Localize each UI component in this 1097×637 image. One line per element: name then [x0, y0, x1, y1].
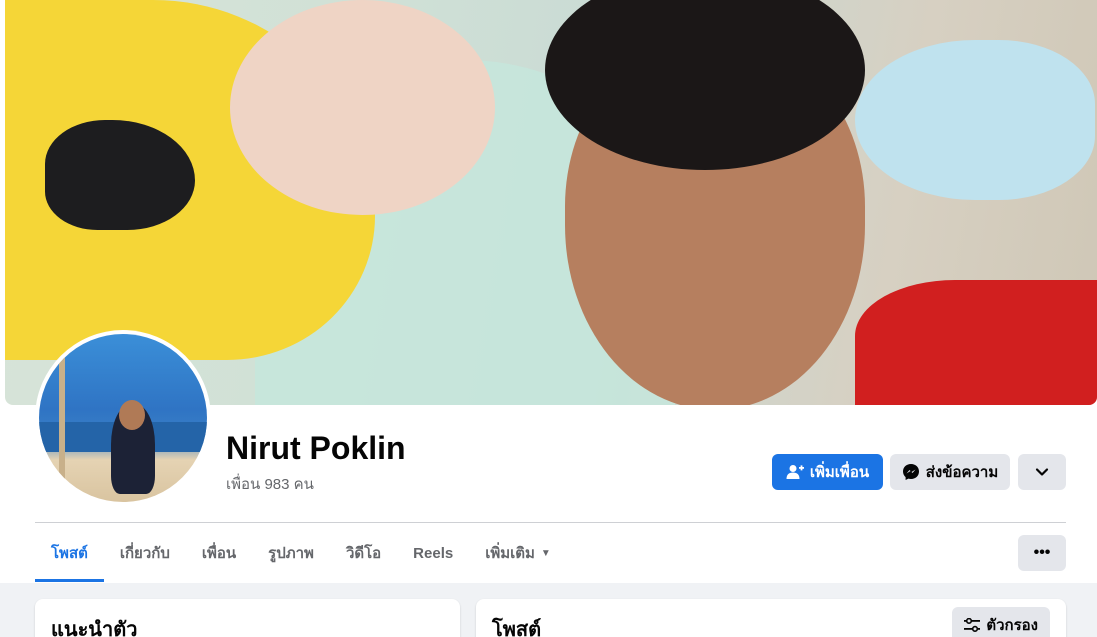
- tab-label: เกี่ยวกับ: [119, 545, 170, 562]
- messenger-icon: [902, 463, 920, 481]
- tab-reels[interactable]: Reels: [397, 524, 469, 582]
- profile-more-button[interactable]: [1018, 454, 1066, 490]
- avatar-image: [39, 334, 207, 502]
- tab-label: Reels: [413, 544, 454, 562]
- profile-name: Nirut Poklin: [226, 430, 406, 466]
- tab-posts[interactable]: โพสต์: [35, 524, 104, 582]
- tab-friends[interactable]: เพื่อน: [186, 524, 252, 582]
- tab-videos[interactable]: วิดีโอ: [330, 524, 397, 582]
- posts-title: โพสต์: [492, 619, 542, 637]
- tab-more[interactable]: เพิ่มเติม ▼: [469, 524, 567, 582]
- chevron-down-icon: [1035, 464, 1049, 481]
- posts-card: โพสต์ ตัวกรอง: [476, 599, 1066, 637]
- avatar-pole: [59, 354, 65, 494]
- message-button[interactable]: ส่งข้อความ: [890, 454, 1010, 490]
- tab-label: โพสต์: [51, 545, 88, 562]
- intro-card: แนะนำตัว: [35, 599, 460, 637]
- tab-label: เพิ่มเติม: [485, 545, 535, 562]
- add-person-icon: [786, 464, 804, 480]
- tab-label: รูปภาพ: [268, 545, 314, 562]
- add-friend-button[interactable]: เพิ่มเพื่อน: [772, 454, 883, 490]
- filter-label: ตัวกรอง: [986, 617, 1038, 634]
- cover-pillow: [855, 40, 1095, 200]
- header-divider: [35, 522, 1066, 523]
- tabs-menu-button[interactable]: •••: [1018, 535, 1066, 571]
- friends-count-link[interactable]: เพื่อน 983 คน: [226, 472, 314, 496]
- avatar-person-head: [119, 400, 145, 430]
- tab-label: เพื่อน: [201, 545, 237, 562]
- message-label: ส่งข้อความ: [925, 464, 999, 481]
- more-horizontal-icon: •••: [1033, 544, 1051, 561]
- sliders-icon: [964, 618, 981, 632]
- caret-down-icon: ▼: [540, 547, 551, 559]
- profile-avatar[interactable]: [35, 330, 211, 506]
- cover-red-shirt: [855, 280, 1097, 405]
- profile-tabs: โพสต์ เกี่ยวกับ เพื่อน รูปภาพ วิดีโอ Ree…: [35, 524, 567, 582]
- intro-title: แนะนำตัว: [51, 619, 138, 637]
- tab-photos[interactable]: รูปภาพ: [252, 524, 330, 582]
- tab-label: วิดีโอ: [345, 545, 382, 562]
- filter-button[interactable]: ตัวกรอง: [952, 607, 1050, 637]
- cover-baby-head: [230, 0, 495, 215]
- tab-about[interactable]: เกี่ยวกับ: [104, 524, 186, 582]
- add-friend-label: เพิ่มเพื่อน: [809, 464, 870, 481]
